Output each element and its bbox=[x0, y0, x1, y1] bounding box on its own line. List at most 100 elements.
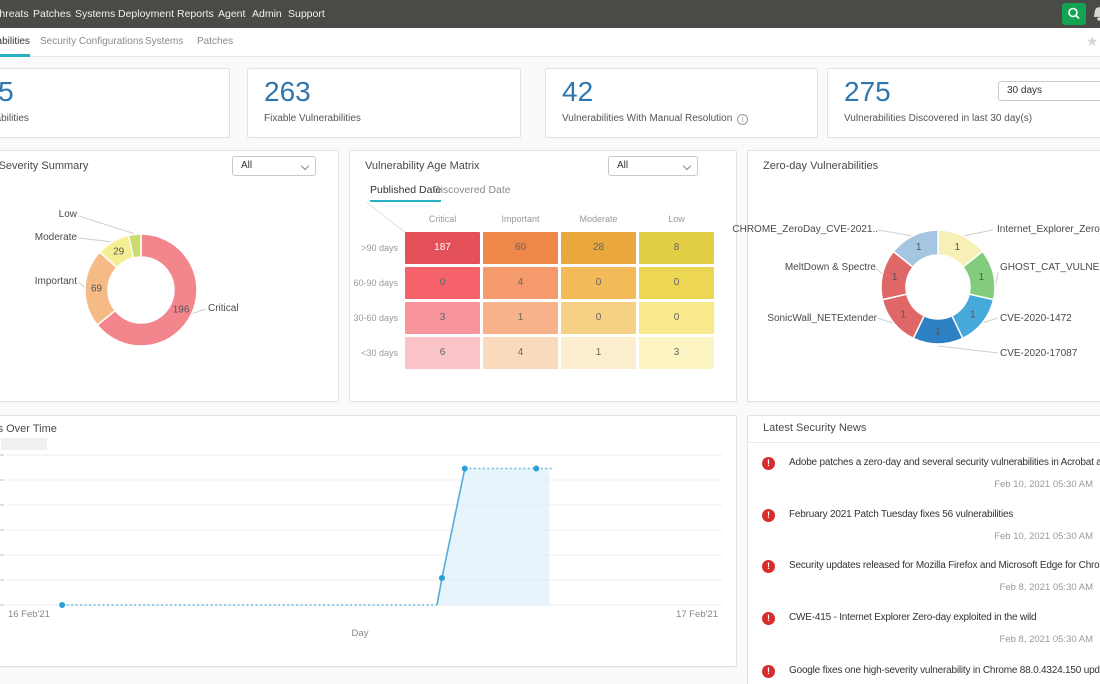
x-tick-end: 17 Feb'21 bbox=[658, 609, 718, 620]
alert-icon bbox=[762, 560, 775, 573]
matrix-cell-30-60-days-low[interactable]: 0 bbox=[639, 302, 714, 334]
news-item-time: Feb 10, 2021 05:30 AM bbox=[793, 479, 1093, 490]
stat-label: Fixable Vulnerabilities bbox=[264, 113, 520, 124]
matrix-col-header-low: Low bbox=[639, 214, 714, 224]
chevron-down-icon bbox=[683, 162, 691, 170]
news-item[interactable]: CWE-415 - Internet Explorer Zero-day exp… bbox=[789, 612, 1095, 623]
matrix-cell-30-days-low[interactable]: 3 bbox=[639, 337, 714, 369]
donut-value-critical: 196 bbox=[173, 304, 190, 315]
stat-label: Vulnerabilities With Manual Resolution bbox=[562, 113, 817, 125]
matrix-cell-30-60-days-moderate[interactable]: 0 bbox=[561, 302, 636, 334]
news-item-time: Feb 10, 2021 05:30 AM bbox=[793, 531, 1093, 542]
alert-icon bbox=[762, 665, 775, 678]
bell-icon bbox=[1090, 10, 1100, 27]
donut-label-low: Low bbox=[27, 209, 77, 220]
donut-label-chrome-zeroday: CHROME_ZeroDay_CVE-2021.. bbox=[730, 224, 878, 235]
matrix-row-header-30-60-days: 30-60 days bbox=[340, 302, 398, 334]
tab-patches[interactable]: Patches bbox=[197, 28, 233, 57]
matrix-cell-30-60-days-important[interactable]: 1 bbox=[483, 302, 558, 334]
nav-item-threats[interactable]: Threats bbox=[0, 0, 29, 28]
stat-card-total-vulnerabilities[interactable]: 305 Vulnerabilities bbox=[0, 68, 230, 138]
tab-discovered-date[interactable]: Discovered Date bbox=[433, 184, 511, 200]
matrix-cell-60-90-days-critical[interactable]: 0 bbox=[405, 267, 480, 299]
news-item-time: Feb 8, 2021 05:30 AM bbox=[793, 582, 1093, 593]
donut-value-meltdown-spectre: 1 bbox=[892, 272, 898, 283]
nav-item-deployment[interactable]: Deployment bbox=[118, 0, 174, 28]
donut-value-internet-explorer-zero-day: 1 bbox=[955, 242, 961, 253]
news-item[interactable]: February 2021 Patch Tuesday fixes 56 vul… bbox=[789, 509, 1095, 520]
matrix-cell-60-90-days-low[interactable]: 0 bbox=[639, 267, 714, 299]
tab-security-configurations[interactable]: Security Configurations bbox=[40, 28, 143, 57]
matrix-col-header-moderate: Moderate bbox=[561, 214, 636, 224]
matrix-row-header-90-days: >90 days bbox=[340, 232, 398, 264]
news-item[interactable]: Google fixes one high-severity vulnerabi… bbox=[789, 665, 1095, 676]
matrix-cell-60-90-days-important[interactable]: 4 bbox=[483, 267, 558, 299]
tab-systems[interactable]: Systems bbox=[145, 28, 183, 57]
data-point-marker[interactable] bbox=[59, 602, 65, 608]
matrix-cell-30-days-important[interactable]: 4 bbox=[483, 337, 558, 369]
stat-card-fixable-vulnerabilities[interactable]: 263 Fixable Vulnerabilities bbox=[247, 68, 521, 138]
stat-value: 42 bbox=[562, 76, 817, 108]
matrix-cell-90-days-important[interactable]: 60 bbox=[483, 232, 558, 264]
donut-label-cve-2020-1472: CVE-2020-1472 bbox=[1000, 313, 1072, 324]
donut-label-cve-2020-17087: CVE-2020-17087 bbox=[1000, 348, 1077, 359]
data-point-marker[interactable] bbox=[462, 466, 468, 472]
news-item-time: Feb 8, 2021 05:30 AM bbox=[793, 634, 1093, 645]
alert-icon bbox=[762, 457, 775, 470]
area-fill bbox=[437, 469, 549, 606]
stat-card-discovered-last-30-days[interactable]: 275 Vulnerabilities Discovered in last 3… bbox=[827, 68, 1100, 138]
matrix-cell-60-90-days-moderate[interactable]: 0 bbox=[561, 267, 636, 299]
donut-label-meltdown-spectre: MeltDown & Spectre bbox=[776, 262, 876, 273]
stat-value: 305 bbox=[0, 76, 229, 108]
matrix-col-header-critical: Critical bbox=[405, 214, 480, 224]
matrix-cell-90-days-low[interactable]: 8 bbox=[639, 232, 714, 264]
nav-item-admin[interactable]: Admin bbox=[252, 0, 282, 28]
nav-item-support[interactable]: Support bbox=[288, 0, 325, 28]
matrix-cell-30-days-critical[interactable]: 6 bbox=[405, 337, 480, 369]
donut-value-moderate: 29 bbox=[113, 247, 125, 258]
alert-icon bbox=[762, 612, 775, 625]
tab-published-date[interactable]: Published Date bbox=[370, 184, 441, 202]
days-filter-select[interactable]: 30 days bbox=[998, 81, 1100, 101]
donut-value-cve-2020-1472: 1 bbox=[970, 310, 976, 321]
stat-label: Vulnerabilities bbox=[0, 113, 229, 124]
donut-label-sonicwall-netextender: SonicWall_NETExtender bbox=[767, 313, 877, 324]
stat-card-manual-resolution[interactable]: 42 Vulnerabilities With Manual Resolutio… bbox=[545, 68, 818, 138]
notifications-button[interactable] bbox=[1090, 5, 1100, 23]
tab-vulnerabilities[interactable]: Vulnerabilities bbox=[0, 28, 30, 57]
news-item[interactable]: Adobe patches a zero-day and several sec… bbox=[789, 457, 1095, 468]
zero-day-donut-chart: 1111111 bbox=[878, 227, 998, 347]
search-button[interactable] bbox=[1062, 3, 1086, 25]
donut-value-important: 69 bbox=[91, 283, 103, 294]
x-axis-label: Day bbox=[300, 628, 420, 639]
age-matrix-filter-select[interactable]: All bbox=[608, 156, 698, 176]
nav-item-patches[interactable]: Patches bbox=[33, 0, 71, 28]
news-item[interactable]: Security updates released for Mozilla Fi… bbox=[789, 560, 1095, 571]
matrix-row-header-30-days: <30 days bbox=[340, 337, 398, 369]
nav-item-systems[interactable]: Systems bbox=[75, 0, 115, 28]
over-time-title: Vulnerabilities Over Time bbox=[0, 423, 57, 435]
age-matrix-title: Vulnerability Age Matrix bbox=[365, 160, 480, 172]
data-point-marker[interactable] bbox=[439, 575, 445, 581]
nav-item-reports[interactable]: Reports bbox=[177, 0, 214, 28]
donut-label-important: Important bbox=[5, 276, 77, 287]
donut-value-sonicwall-netextender: 1 bbox=[900, 310, 906, 321]
favorite-star-icon[interactable]: ★ bbox=[1086, 33, 1099, 50]
security-news-title: Latest Security News bbox=[763, 422, 866, 434]
alert-icon bbox=[762, 509, 775, 522]
donut-label-ghost-cat: GHOST_CAT_VULNERABILITY bbox=[1000, 262, 1100, 273]
stat-label: Vulnerabilities Discovered in last 30 da… bbox=[844, 113, 1100, 124]
x-tick-start: 16 Feb'21 bbox=[8, 609, 50, 620]
stat-value: 263 bbox=[264, 76, 520, 108]
matrix-cell-90-days-moderate[interactable]: 28 bbox=[561, 232, 636, 264]
nav-item-agent[interactable]: Agent bbox=[218, 0, 245, 28]
donut-label-moderate: Moderate bbox=[10, 232, 77, 243]
top-navbar: ThreatsPatchesSystemsDeploymentReportsAg… bbox=[0, 0, 1100, 28]
news-divider bbox=[748, 442, 1100, 443]
info-icon[interactable] bbox=[737, 114, 748, 125]
matrix-cell-90-days-critical[interactable]: 187 bbox=[405, 232, 480, 264]
data-point-marker[interactable] bbox=[533, 466, 539, 472]
matrix-cell-30-days-moderate[interactable]: 1 bbox=[561, 337, 636, 369]
matrix-cell-30-60-days-critical[interactable]: 3 bbox=[405, 302, 480, 334]
over-time-area-chart bbox=[0, 445, 740, 645]
